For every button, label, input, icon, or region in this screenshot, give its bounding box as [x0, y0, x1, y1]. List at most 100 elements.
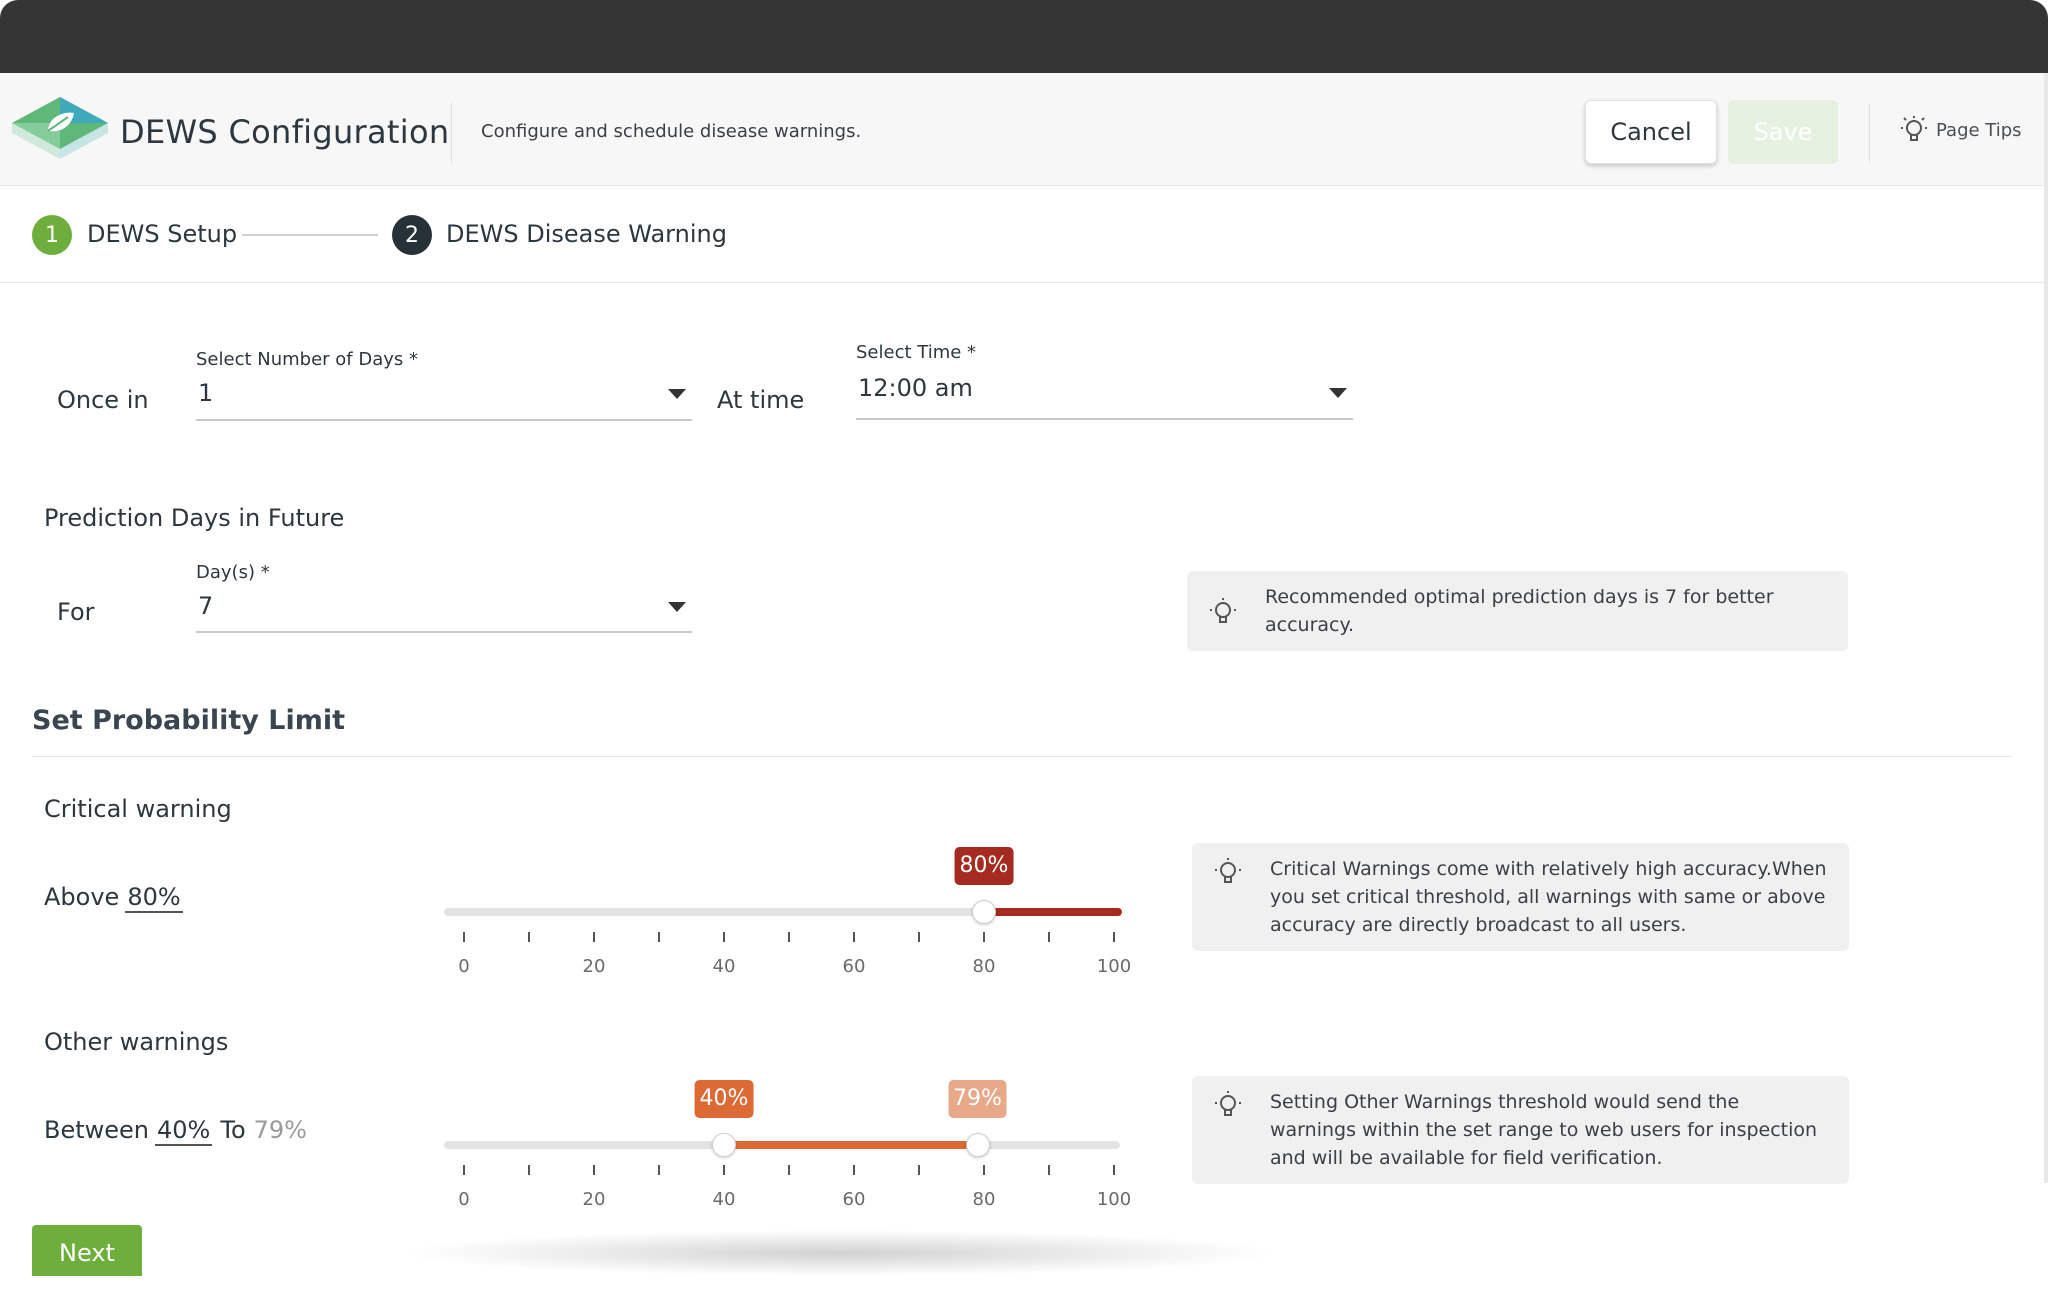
critical-threshold-value[interactable]: 80% — [125, 883, 183, 913]
chevron-down-icon — [668, 602, 686, 612]
prediction-tip-text: Recommended optimal prediction days is 7… — [1265, 586, 1774, 636]
slider-tick-label: 80 — [972, 1189, 996, 1210]
other-tip-text: Setting Other Warnings threshold would s… — [1270, 1091, 1818, 1169]
slider-fill — [984, 908, 1122, 916]
slider-tick — [463, 1165, 465, 1175]
slider-tick-label: 100 — [1096, 1189, 1132, 1210]
other-high-value: 79% — [253, 1116, 307, 1144]
critical-tip-text: Critical Warnings come with relatively h… — [1270, 858, 1827, 936]
slider-range-fill — [724, 1141, 978, 1149]
critical-threshold-row: Above 80% — [44, 883, 183, 913]
step-connector — [242, 234, 378, 236]
next-button[interactable]: Next — [32, 1225, 142, 1277]
slider-tick — [983, 932, 985, 942]
slider-tick — [658, 932, 660, 942]
at-time-label: At time — [717, 386, 805, 414]
other-warnings-title: Other warnings — [44, 1028, 229, 1056]
prediction-days-value: 7 — [198, 592, 214, 620]
window-edge — [2044, 73, 2048, 1183]
slider-tick-label: 60 — [842, 956, 866, 977]
between-label: Between — [44, 1116, 150, 1144]
slider-tick — [1048, 932, 1050, 942]
slider-tick — [788, 1165, 790, 1175]
above-label: Above — [44, 883, 120, 911]
slider-tick — [983, 1165, 985, 1175]
slider-tick-label: 20 — [582, 1189, 606, 1210]
slider-thumb[interactable] — [972, 900, 996, 924]
critical-warning-title: Critical warning — [44, 795, 232, 823]
bottom-edge — [0, 1276, 2048, 1292]
slider-thumb-low[interactable] — [712, 1133, 736, 1157]
critical-threshold-badge: 80% — [954, 847, 1014, 885]
other-range-row: Between 40% To 79% — [44, 1116, 307, 1146]
slider-tick — [918, 932, 920, 942]
lightbulb-icon — [1215, 858, 1241, 883]
cancel-button[interactable]: Cancel — [1585, 100, 1717, 164]
slider-tick — [528, 1165, 530, 1175]
slider-tick-label: 100 — [1096, 956, 1132, 977]
probability-section-title: Set Probability Limit — [32, 705, 346, 736]
days-select-value: 1 — [198, 379, 214, 407]
window-title-bar — [0, 0, 2048, 73]
slider-tick — [723, 1165, 725, 1175]
wizard-stepper: 1 DEWS Setup 2 DEWS Disease Warning — [0, 186, 2048, 283]
app-title: DEWS Configuration — [120, 113, 450, 151]
chevron-down-icon — [1329, 388, 1347, 398]
slider-tick — [528, 932, 530, 942]
header-divider — [451, 103, 452, 163]
slider-tick-label: 0 — [458, 956, 470, 977]
header-divider — [1869, 103, 1870, 163]
critical-tip: Critical Warnings come with relatively h… — [1192, 843, 1849, 951]
chevron-down-icon — [668, 389, 686, 399]
slider-tick — [593, 932, 595, 942]
critical-threshold-slider[interactable]: 80% 0 20 40 60 80 100 — [442, 847, 1131, 977]
lightbulb-icon — [1210, 598, 1236, 623]
slider-tick — [1113, 1165, 1115, 1175]
app-header: DEWS Configuration Configure and schedul… — [0, 73, 2048, 186]
prediction-days-field-label: Day(s) * — [196, 562, 270, 583]
step-1-indicator[interactable]: 1 — [32, 215, 72, 255]
page-tips-label: Page Tips — [1936, 119, 2022, 141]
slider-tick — [788, 932, 790, 942]
prediction-title: Prediction Days in Future — [44, 504, 345, 532]
save-button[interactable]: Save — [1728, 100, 1838, 164]
leaf-logo-icon — [12, 97, 108, 159]
page-tips-link[interactable]: Page Tips — [1900, 115, 2022, 145]
slider-tick-label: 0 — [458, 1189, 470, 1210]
time-field-label: Select Time * — [856, 342, 977, 363]
time-select-value: 12:00 am — [858, 374, 973, 402]
section-divider — [32, 756, 2012, 757]
slider-tick — [723, 932, 725, 942]
step-2-label[interactable]: DEWS Disease Warning — [446, 220, 727, 248]
prediction-days-select[interactable]: 7 — [196, 592, 692, 633]
other-high-badge: 79% — [948, 1080, 1007, 1118]
other-low-badge: 40% — [694, 1080, 754, 1118]
slider-tick — [593, 1165, 595, 1175]
slider-tick-label: 20 — [582, 956, 606, 977]
days-select[interactable]: 1 — [196, 379, 692, 421]
slider-thumb-high[interactable] — [965, 1133, 990, 1157]
for-label: For — [57, 598, 95, 626]
slider-tick — [658, 1165, 660, 1175]
footer-shadow — [400, 1230, 1280, 1276]
slider-tick — [1048, 1165, 1050, 1175]
slider-tick-label: 60 — [842, 1189, 866, 1210]
step-2-indicator[interactable]: 2 — [392, 215, 432, 255]
other-range-slider[interactable]: 40% 79% 0 20 40 60 80 100 — [442, 1080, 1131, 1210]
slider-tick — [918, 1165, 920, 1175]
other-low-value[interactable]: 40% — [155, 1116, 213, 1146]
page-subtitle: Configure and schedule disease warnings. — [481, 121, 862, 142]
slider-tick — [853, 932, 855, 942]
time-select[interactable]: 12:00 am — [856, 374, 1353, 420]
slider-tick — [1113, 932, 1115, 942]
prediction-tip: Recommended optimal prediction days is 7… — [1187, 571, 1848, 651]
slider-tick-label: 80 — [972, 956, 996, 977]
step-1-label[interactable]: DEWS Setup — [87, 220, 237, 248]
slider-tick — [463, 932, 465, 942]
to-label: To — [220, 1116, 246, 1144]
days-field-label: Select Number of Days * — [196, 349, 418, 370]
lightbulb-icon — [1215, 1091, 1241, 1116]
once-in-label: Once in — [57, 386, 149, 414]
slider-tick — [853, 1165, 855, 1175]
slider-tick-label: 40 — [712, 1189, 736, 1210]
